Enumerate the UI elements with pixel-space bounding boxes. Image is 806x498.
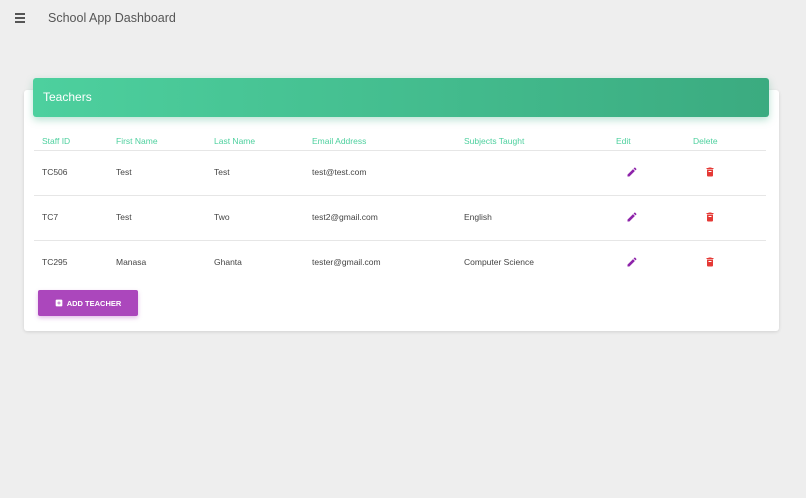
card-title: Teachers [43, 90, 92, 104]
cell-last-name: Two [214, 212, 230, 222]
delete-trash-icon[interactable] [704, 255, 716, 267]
table-header-row: Staff ID First Name Last Name Email Addr… [34, 131, 766, 151]
cell-staff-id: TC7 [42, 212, 59, 222]
app-title: School App Dashboard [48, 11, 176, 25]
cell-email: test@test.com [312, 167, 367, 177]
cell-first-name: Test [116, 212, 132, 222]
add-teacher-button[interactable]: ADD TEACHER [38, 290, 138, 316]
edit-pencil-icon[interactable] [626, 255, 638, 267]
top-app-bar: School App Dashboard [0, 0, 806, 40]
table-row: TC506 Test Test test@test.com [34, 151, 766, 196]
cell-subjects: Computer Science [464, 257, 534, 267]
column-header-last-name: Last Name [214, 136, 256, 146]
plus-box-icon [55, 299, 63, 307]
delete-trash-icon[interactable] [704, 210, 716, 222]
cell-last-name: Ghanta [214, 257, 242, 267]
cell-email: tester@gmail.com [312, 257, 381, 267]
edit-pencil-icon[interactable] [626, 165, 638, 177]
column-header-delete: Delete [693, 136, 718, 146]
cell-first-name: Test [116, 167, 132, 177]
cell-staff-id: TC506 [42, 167, 68, 177]
teachers-table: Staff ID First Name Last Name Email Addr… [34, 131, 766, 285]
card-header: Teachers [33, 78, 769, 117]
column-header-subjects: Subjects Taught [464, 136, 525, 146]
column-header-email: Email Address [312, 136, 367, 146]
hamburger-menu-icon[interactable] [15, 13, 27, 25]
column-header-first-name: First Name [116, 136, 158, 146]
edit-pencil-icon[interactable] [626, 210, 638, 222]
table-row: TC7 Test Two test2@gmail.com English [34, 196, 766, 241]
cell-staff-id: TC295 [42, 257, 68, 267]
cell-subjects: English [464, 212, 492, 222]
add-teacher-label: ADD TEACHER [66, 298, 122, 308]
cell-last-name: Test [214, 167, 230, 177]
cell-first-name: Manasa [116, 257, 147, 267]
cell-email: test2@gmail.com [312, 212, 378, 222]
column-header-edit: Edit [616, 136, 631, 146]
delete-trash-icon[interactable] [704, 165, 716, 177]
column-header-staff-id: Staff ID [42, 136, 71, 146]
table-row: TC295 Manasa Ghanta tester@gmail.com Com… [34, 241, 766, 285]
